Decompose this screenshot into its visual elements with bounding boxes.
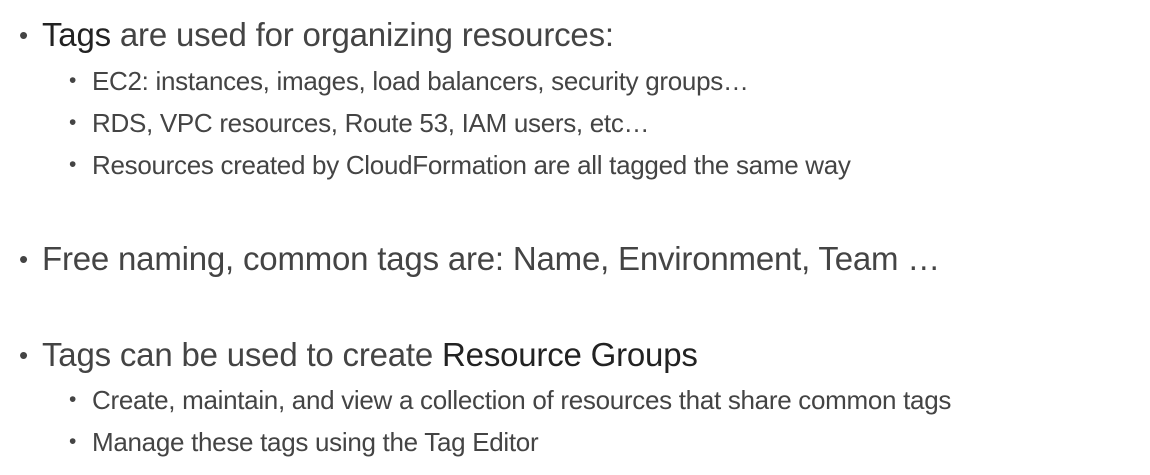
bullet-icon: •	[19, 244, 28, 274]
bullet-text: Free naming, common tags are: Name, Envi…	[42, 240, 941, 277]
bullet-item-free-naming: • Free naming, common tags are: Name, En…	[19, 239, 940, 279]
sub-bullet-item-create-maintain: • Create, maintain, and view a collectio…	[69, 384, 951, 416]
bullet-icon: •	[69, 69, 77, 92]
bullet-item-tags: • Tags are used for organizing resources…	[19, 15, 614, 55]
sub-bullet-item-rds: • RDS, VPC resources, Route 53, IAM user…	[69, 107, 650, 139]
sub-bullet-text: EC2: instances, images, load balancers, …	[92, 66, 749, 96]
sub-bullet-text: Manage these tags using the Tag Editor	[92, 427, 539, 457]
sub-bullet-text: Resources created by CloudFormation are …	[92, 150, 851, 180]
term-resource-groups: Resource Groups	[442, 336, 698, 373]
bullet-icon: •	[19, 20, 28, 50]
sub-bullet-item-cloudformation: • Resources created by CloudFormation ar…	[69, 149, 851, 181]
sub-bullet-text: Create, maintain, and view a collection …	[92, 385, 952, 415]
bullet-text: Tags are used for organizing resources:	[42, 16, 614, 53]
bullet-text: Tags can be used to create Resource Grou…	[42, 336, 698, 373]
bullet-icon: •	[69, 430, 77, 453]
sub-bullet-item-ec2: • EC2: instances, images, load balancers…	[69, 65, 749, 97]
bullet-icon: •	[69, 111, 77, 134]
sub-bullet-text: RDS, VPC resources, Route 53, IAM users,…	[92, 108, 650, 138]
bullet-icon: •	[19, 340, 28, 370]
bullet-item-resource-groups: • Tags can be used to create Resource Gr…	[19, 335, 698, 375]
bullet-icon: •	[69, 388, 77, 411]
slide-content: • Tags are used for organizing resources…	[0, 0, 1150, 475]
sub-bullet-item-tag-editor: • Manage these tags using the Tag Editor	[69, 426, 539, 458]
bullet-icon: •	[69, 153, 77, 176]
term-tags: Tags	[42, 16, 111, 53]
